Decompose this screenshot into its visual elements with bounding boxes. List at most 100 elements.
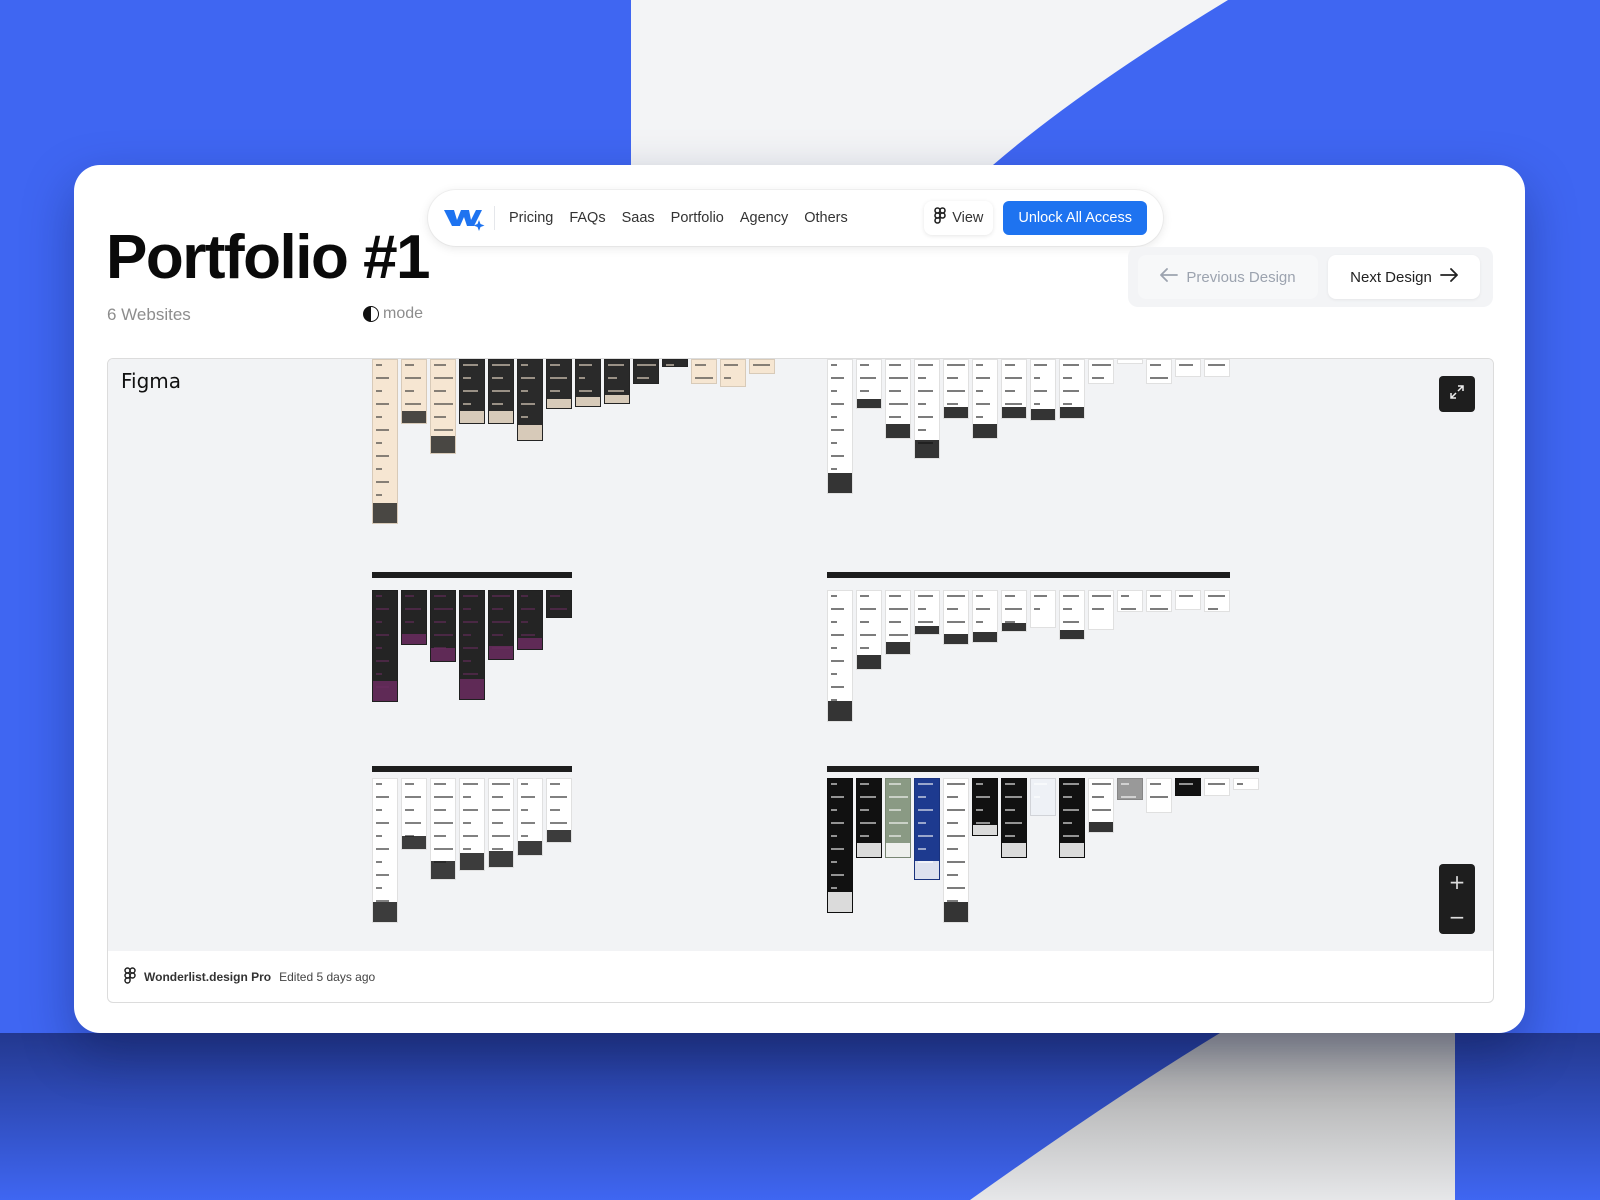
website-frame-thumbnail — [372, 778, 398, 923]
zoom-controls: + − — [1439, 864, 1475, 934]
design-navigation: Previous Design Next Design — [1128, 247, 1493, 307]
website-frame-thumbnail — [691, 359, 717, 384]
website-frame-thumbnail — [1204, 590, 1230, 612]
zoom-in-button[interactable]: + — [1439, 864, 1475, 899]
embed-footer: Wonderlist.design Pro Edited 5 days ago — [108, 951, 1493, 1002]
view-in-figma-button[interactable]: View — [924, 201, 994, 235]
website-frame-thumbnail — [914, 359, 940, 459]
figma-embed: Figma + − Wonderlist.design Pro Edited 5… — [107, 358, 1494, 1003]
website-frame-thumbnail — [401, 359, 427, 424]
website-frame-thumbnail — [1059, 590, 1085, 640]
frame-group-header-strip — [372, 766, 572, 772]
website-frame-thumbnail — [885, 590, 911, 655]
website-frame-thumbnail — [1059, 778, 1085, 858]
website-frame-thumbnail — [1059, 359, 1085, 419]
contrast-half-circle-icon — [363, 306, 379, 322]
website-frame-thumbnail — [372, 590, 398, 702]
website-frame-thumbnail — [1117, 359, 1143, 364]
website-frame-thumbnail — [827, 590, 853, 722]
website-frame-thumbnail — [633, 359, 659, 384]
expand-button[interactable] — [1439, 376, 1475, 412]
website-frame-thumbnail — [914, 778, 940, 880]
website-frame-thumbnail — [827, 778, 853, 913]
nav-link-pricing[interactable]: Pricing — [509, 210, 553, 226]
view-button-label: View — [952, 210, 984, 226]
website-frame-thumbnail — [856, 359, 882, 409]
website-count: 6 Websites — [107, 305, 191, 324]
website-frame-thumbnail — [372, 359, 398, 524]
website-frame-thumbnail — [430, 778, 456, 880]
website-frame-thumbnail — [1146, 778, 1172, 813]
website-frame-thumbnail — [720, 359, 746, 387]
website-frame-thumbnail — [575, 359, 601, 407]
figma-canvas[interactable]: Figma + − — [108, 359, 1493, 951]
website-frame-thumbnail — [517, 778, 543, 856]
website-frame-thumbnail — [943, 359, 969, 419]
website-frame-thumbnail — [1117, 590, 1143, 612]
website-frame-thumbnail — [1030, 590, 1056, 628]
nav-link-saas[interactable]: Saas — [622, 210, 655, 226]
website-frame-thumbnail — [488, 590, 514, 660]
nav-link-agency[interactable]: Agency — [740, 210, 788, 226]
website-frame-thumbnail — [488, 359, 514, 424]
website-frame-thumbnail — [430, 359, 456, 454]
website-frame-thumbnail — [943, 778, 969, 923]
next-design-label: Next Design — [1350, 268, 1432, 286]
zoom-out-button[interactable]: − — [1439, 899, 1475, 934]
website-frame-thumbnail — [943, 590, 969, 645]
website-frame-thumbnail — [401, 778, 427, 850]
website-frame-thumbnail — [1030, 359, 1056, 421]
frame-group-header-strip — [827, 572, 1230, 578]
website-frame-thumbnail — [1088, 590, 1114, 630]
website-frame-thumbnail — [459, 590, 485, 700]
website-frame-thumbnail — [401, 590, 427, 645]
website-frame-thumbnail — [1175, 590, 1201, 610]
arrow-right-icon — [1439, 268, 1458, 286]
mode-label: mode — [383, 305, 424, 322]
website-frame-thumbnail — [1030, 778, 1056, 816]
website-frame-thumbnail — [1146, 590, 1172, 612]
unlock-all-access-button[interactable]: Unlock All Access — [1003, 201, 1147, 235]
next-design-button[interactable]: Next Design — [1328, 255, 1480, 299]
website-frame-thumbnail — [1088, 359, 1114, 384]
wonderlist-logo-icon[interactable] — [442, 203, 488, 233]
website-frame-thumbnail — [1233, 778, 1259, 790]
website-frame-thumbnail — [517, 590, 543, 650]
website-frame-thumbnail — [546, 778, 572, 843]
nav-links: Pricing FAQs Saas Portfolio Agency Other… — [509, 210, 848, 226]
frame-group-header-strip — [827, 766, 1259, 772]
website-frame-thumbnail — [972, 778, 998, 836]
previous-design-button[interactable]: Previous Design — [1138, 255, 1318, 299]
website-frame-thumbnail — [488, 778, 514, 868]
website-frame-thumbnail — [749, 359, 775, 374]
website-frame-thumbnail — [430, 590, 456, 662]
website-frame-thumbnail — [604, 359, 630, 404]
website-frame-thumbnail — [1001, 778, 1027, 858]
navbar-divider — [494, 206, 495, 230]
website-frame-thumbnail — [856, 590, 882, 670]
website-frame-thumbnail — [856, 778, 882, 858]
website-frame-thumbnail — [885, 359, 911, 439]
website-frame-thumbnail — [546, 590, 572, 618]
website-frame-thumbnail — [885, 778, 911, 858]
website-frame-thumbnail — [1001, 590, 1027, 632]
nav-link-faqs[interactable]: FAQs — [569, 210, 605, 226]
figma-embed-label: Figma — [121, 369, 182, 393]
previous-design-label: Previous Design — [1186, 268, 1296, 286]
file-owner[interactable]: Wonderlist.design Pro — [144, 970, 271, 984]
website-frame-thumbnail — [546, 359, 572, 409]
nav-link-others[interactable]: Others — [804, 210, 848, 226]
website-frame-thumbnail — [972, 590, 998, 643]
website-frame-thumbnail — [914, 590, 940, 635]
mode-toggle[interactable]: mode — [363, 305, 423, 323]
expand-arrows-icon — [1449, 384, 1465, 405]
website-frame-thumbnail — [517, 359, 543, 441]
figma-icon — [124, 966, 136, 988]
nav-link-portfolio[interactable]: Portfolio — [671, 210, 724, 226]
website-frame-thumbnail — [1146, 359, 1172, 384]
figma-icon — [934, 207, 946, 229]
website-frame-thumbnail — [459, 359, 485, 424]
website-frame-thumbnail — [972, 359, 998, 439]
edited-timestamp: Edited 5 days ago — [279, 970, 376, 984]
website-frame-thumbnail — [1204, 778, 1230, 796]
